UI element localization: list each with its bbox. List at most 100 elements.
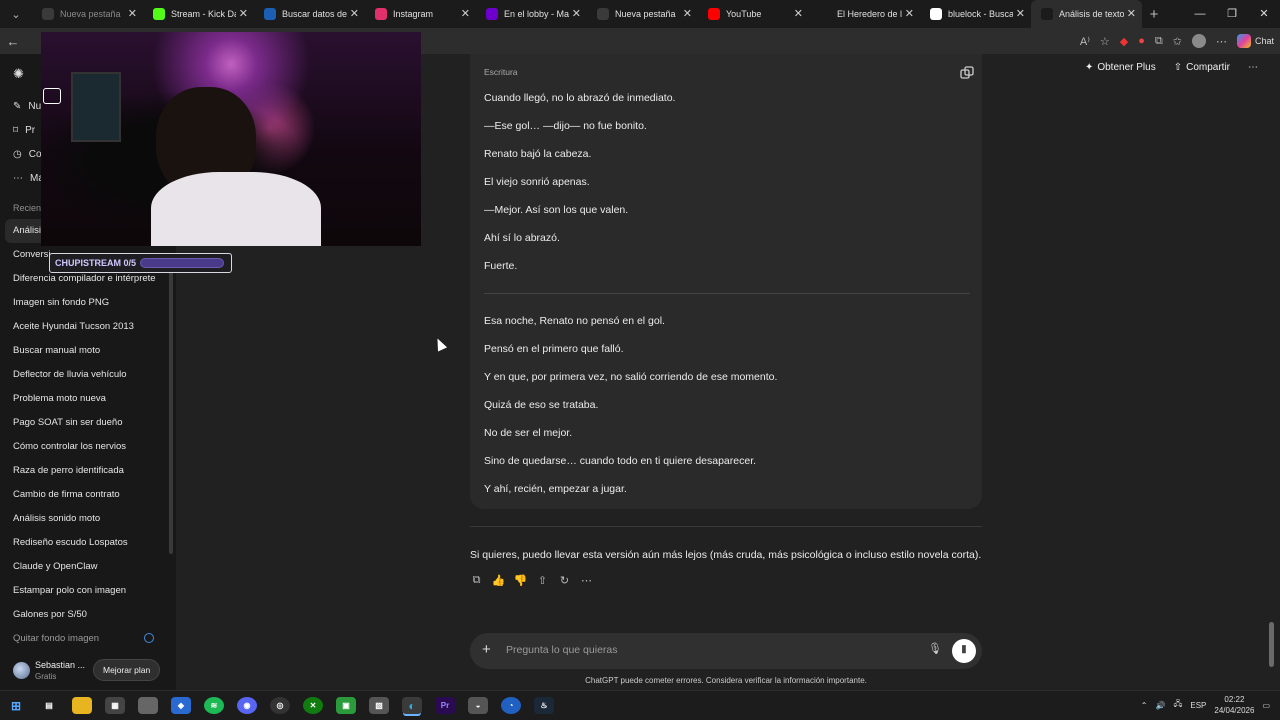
thumbs-up-icon[interactable]: 👍: [492, 574, 506, 587]
browser-tab[interactable]: Nueva pestaña ✕: [587, 0, 698, 28]
premiere-icon[interactable]: Pr: [435, 697, 455, 714]
conversation-options-icon[interactable]: ⋯: [1248, 62, 1258, 73]
thumbs-down-icon[interactable]: 👎: [514, 574, 528, 587]
codex-item[interactable]: ◷ Co: [13, 142, 44, 166]
green-app-icon[interactable]: ▣: [336, 697, 356, 714]
sidebar-chat-item[interactable]: Aceite Hyundai Tucson 2013: [5, 315, 165, 339]
user-profile[interactable]: Sebastian ... Gratis Mejorar plan: [0, 650, 176, 690]
user-avatar[interactable]: [13, 661, 30, 679]
obs-icon[interactable]: ◎: [270, 697, 290, 714]
sidebar-chat-item[interactable]: Buscar manual moto: [5, 339, 165, 363]
tray-chevron-icon[interactable]: ⌃: [1141, 701, 1148, 710]
spotify-icon[interactable]: ≋: [204, 697, 224, 714]
restore-icon[interactable]: ❐: [1216, 0, 1248, 28]
chatgpt-logo-icon[interactable]: ✺: [13, 66, 24, 82]
favorite-star-icon[interactable]: ☆: [1100, 35, 1110, 48]
close-tab-icon[interactable]: ✕: [461, 7, 470, 20]
sidebar-chat-item[interactable]: Claude y OpenClaw: [5, 555, 165, 579]
browser-tab[interactable]: En el lobby - Make it✕: [476, 0, 587, 28]
copy-icon[interactable]: [960, 66, 974, 80]
chat-app-icon[interactable]: ◔: [501, 697, 521, 714]
browser-tab[interactable]: Análisis de texto fútb✕: [1031, 0, 1142, 28]
projects-item[interactable]: ⌑ Pr: [13, 118, 44, 142]
sidebar-chat-item[interactable]: Pago SOAT sin ser dueño: [5, 411, 165, 435]
regenerate-icon[interactable]: ↻: [558, 574, 571, 587]
more-item[interactable]: ⋯ Ma: [13, 166, 44, 190]
sidebar-chat-item[interactable]: Deflector de lluvia vehículo: [5, 363, 165, 387]
sidebar-chat-item[interactable]: Análisis sonido moto: [5, 507, 165, 531]
tab-actions-icon[interactable]: ⌄: [0, 0, 32, 28]
close-window-icon[interactable]: ✕: [1248, 0, 1280, 28]
back-icon[interactable]: ←: [0, 34, 26, 49]
sidebar-chat-item[interactable]: Galones por S/50: [5, 603, 165, 627]
notifications-icon[interactable]: ▭: [1262, 701, 1270, 710]
extension-2-icon[interactable]: ●: [1138, 35, 1145, 47]
close-tab-icon[interactable]: ✕: [794, 7, 803, 20]
attach-plus-icon[interactable]: +: [482, 641, 491, 658]
browser-tab[interactable]: Nueva pestaña ✕: [32, 0, 143, 28]
sidebar-scrollbar[interactable]: [169, 259, 173, 554]
close-tab-icon[interactable]: ✕: [905, 7, 914, 20]
close-tab-icon[interactable]: ✕: [572, 7, 581, 20]
windows-start-icon[interactable]: ⊞: [6, 697, 26, 714]
clock[interactable]: 02:22 24/04/2026: [1214, 694, 1254, 716]
close-tab-icon[interactable]: ✕: [683, 7, 692, 20]
prompt-composer[interactable]: + Pregunta lo que quieras 🎙 ⦀: [470, 633, 982, 669]
browser-tab[interactable]: Stream - Kick Dashb✕: [143, 0, 254, 28]
more-options-icon[interactable]: ⋯: [1216, 35, 1227, 48]
edge-icon[interactable]: ◐: [402, 697, 422, 714]
new-chat-item[interactable]: ✎ Nu: [13, 94, 44, 118]
close-tab-icon[interactable]: ✕: [1127, 7, 1136, 20]
close-tab-icon[interactable]: ✕: [239, 7, 248, 20]
share-button[interactable]: ⇧ Compartir: [1174, 62, 1230, 73]
extension-icon[interactable]: ◆: [1120, 35, 1128, 48]
sidebar-chat-item[interactable]: Problema moto nueva: [5, 387, 165, 411]
browser-tab[interactable]: YouTube ✕: [698, 0, 809, 28]
gallery-icon[interactable]: ▧: [369, 697, 389, 714]
profile-avatar[interactable]: [1191, 34, 1206, 48]
app-icon-1[interactable]: [138, 697, 158, 714]
sidebar-chat-item[interactable]: Raza de perro identificada: [5, 459, 165, 483]
more-actions-icon[interactable]: ⋯: [580, 574, 593, 587]
sidebar-chat-item[interactable]: Cambio de firma contrato: [5, 483, 165, 507]
sidebar-chat-item[interactable]: Estampar polo con imagen: [5, 579, 165, 603]
browser-tab[interactable]: bluelock - Buscar co✕: [920, 0, 1031, 28]
sidebar-chat-item[interactable]: Rediseño escudo Lospatos: [5, 531, 165, 555]
copilot-button[interactable]: Chat: [1236, 34, 1274, 48]
language-indicator[interactable]: ESP: [1190, 701, 1206, 710]
favorites-icon[interactable]: ✩: [1173, 35, 1182, 48]
steam-icon[interactable]: ♨: [534, 697, 554, 714]
read-aloud-icon[interactable]: A⁾: [1080, 35, 1090, 48]
network-icon[interactable]: 🖧: [1173, 698, 1182, 712]
vpn-icon[interactable]: ◆: [171, 697, 191, 714]
extensions-icon[interactable]: ⧉: [1155, 35, 1163, 48]
volume-icon[interactable]: 🔊: [1155, 701, 1165, 710]
microphone-icon[interactable]: 🎙: [928, 642, 942, 655]
task-view-icon[interactable]: ▤: [39, 697, 59, 714]
xbox-icon[interactable]: ✕: [303, 697, 323, 714]
sidebar-chat-item[interactable]: Quitar fondo imagen: [5, 627, 165, 651]
browser-tab[interactable]: El Heredero de la Ga✕: [809, 0, 920, 28]
store-icon[interactable]: ▦: [105, 697, 125, 714]
minimize-icon[interactable]: —: [1184, 0, 1216, 28]
discord-icon[interactable]: ◉: [237, 697, 257, 714]
close-tab-icon[interactable]: ✕: [128, 7, 137, 20]
browser-tab-label: El Heredero de la Ga: [837, 9, 902, 19]
file-explorer-icon[interactable]: [72, 697, 92, 714]
share-message-icon[interactable]: ⇧: [536, 574, 549, 587]
close-tab-icon[interactable]: ✕: [350, 7, 359, 20]
prompt-input[interactable]: Pregunta lo que quieras: [506, 644, 618, 656]
copy-message-icon[interactable]: ⧉: [470, 574, 483, 587]
voice-mode-button[interactable]: ⦀: [952, 639, 976, 663]
upgrade-plan-button[interactable]: Mejorar plan: [93, 659, 161, 681]
close-tab-icon[interactable]: ✕: [1016, 7, 1025, 20]
get-plus-button[interactable]: ✦ Obtener Plus: [1085, 62, 1156, 73]
browser-tab[interactable]: Instagram ✕: [365, 0, 476, 28]
page-scrollbar[interactable]: [1269, 622, 1274, 667]
story-line: Quizá de eso se trataba.: [484, 399, 599, 411]
steam-like-icon[interactable]: ◒: [468, 697, 488, 714]
sidebar-chat-item[interactable]: Imagen sin fondo PNG: [5, 291, 165, 315]
sidebar-chat-item[interactable]: Cómo controlar los nervios: [5, 435, 165, 459]
browser-tab[interactable]: Buscar datos de pers✕: [254, 0, 365, 28]
new-tab-button[interactable]: +: [1142, 6, 1166, 23]
